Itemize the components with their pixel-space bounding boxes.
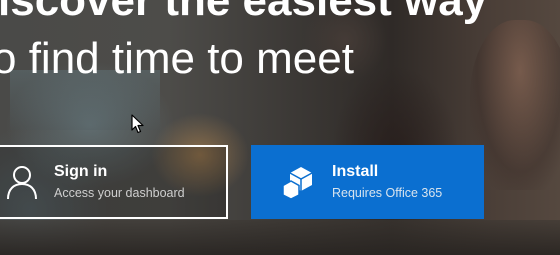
hero-headline: iscover the easiest way o find time to m… [0, 0, 560, 86]
install-subtitle: Requires Office 365 [332, 186, 443, 200]
sign-in-subtitle: Access your dashboard [54, 186, 185, 200]
background-table [0, 220, 560, 255]
install-title: Install [332, 163, 379, 180]
person-icon [0, 164, 46, 200]
install-button[interactable]: Install Requires Office 365 [251, 145, 484, 219]
cube-icon [274, 163, 322, 201]
mouse-cursor-icon [131, 114, 145, 139]
headline-line-1: iscover the easiest way [0, 0, 488, 25]
sign-in-button[interactable]: Sign in Access your dashboard [0, 145, 228, 219]
sign-in-title: Sign in [54, 163, 108, 180]
headline-line-2: o find time to meet [0, 34, 354, 83]
